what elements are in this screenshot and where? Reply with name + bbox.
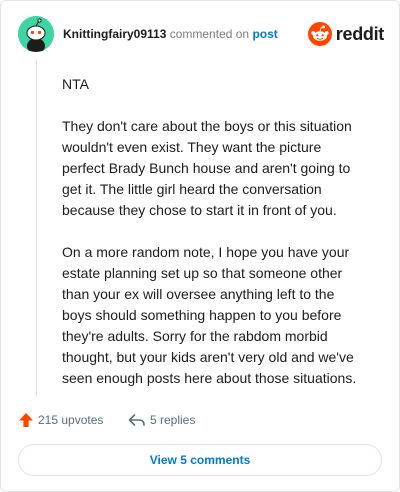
comment-actions: 215 upvotes 5 replies: [18, 409, 384, 431]
reply-count: 5 replies: [150, 413, 196, 427]
snoo-avatar-icon[interactable]: [18, 16, 54, 52]
comment-meta: Knittingfairy09113 commented on post: [63, 27, 278, 41]
view-comments-button[interactable]: View 5 comments: [18, 444, 382, 476]
reddit-alien-icon: [307, 22, 332, 46]
comment-header: Knittingfairy09113 commented on post red…: [18, 16, 384, 52]
replies-button[interactable]: 5 replies: [128, 409, 195, 431]
comment-paragraph: They don't care about the boys or this s…: [62, 118, 352, 218]
comment-paragraph: On a more random note, I hope you have y…: [62, 244, 357, 386]
comment-paragraph: NTA: [62, 76, 89, 92]
thread-line[interactable]: [36, 59, 37, 397]
reply-arrow-icon: [128, 414, 145, 426]
reddit-logo[interactable]: reddit: [307, 22, 385, 46]
upvote-button[interactable]: 215 upvotes: [18, 409, 103, 431]
comment-card: Knittingfairy09113 commented on post red…: [0, 0, 400, 492]
username[interactable]: Knittingfairy09113: [63, 27, 166, 41]
upvote-count: 215 upvotes: [38, 413, 104, 427]
upvote-arrow-icon: [19, 413, 33, 427]
logo-wordmark: reddit: [335, 23, 385, 44]
post-link[interactable]: post: [252, 27, 277, 41]
comment-body: NTA They don't care about the boys or th…: [62, 74, 362, 389]
comment-verb: commented on: [169, 27, 250, 41]
